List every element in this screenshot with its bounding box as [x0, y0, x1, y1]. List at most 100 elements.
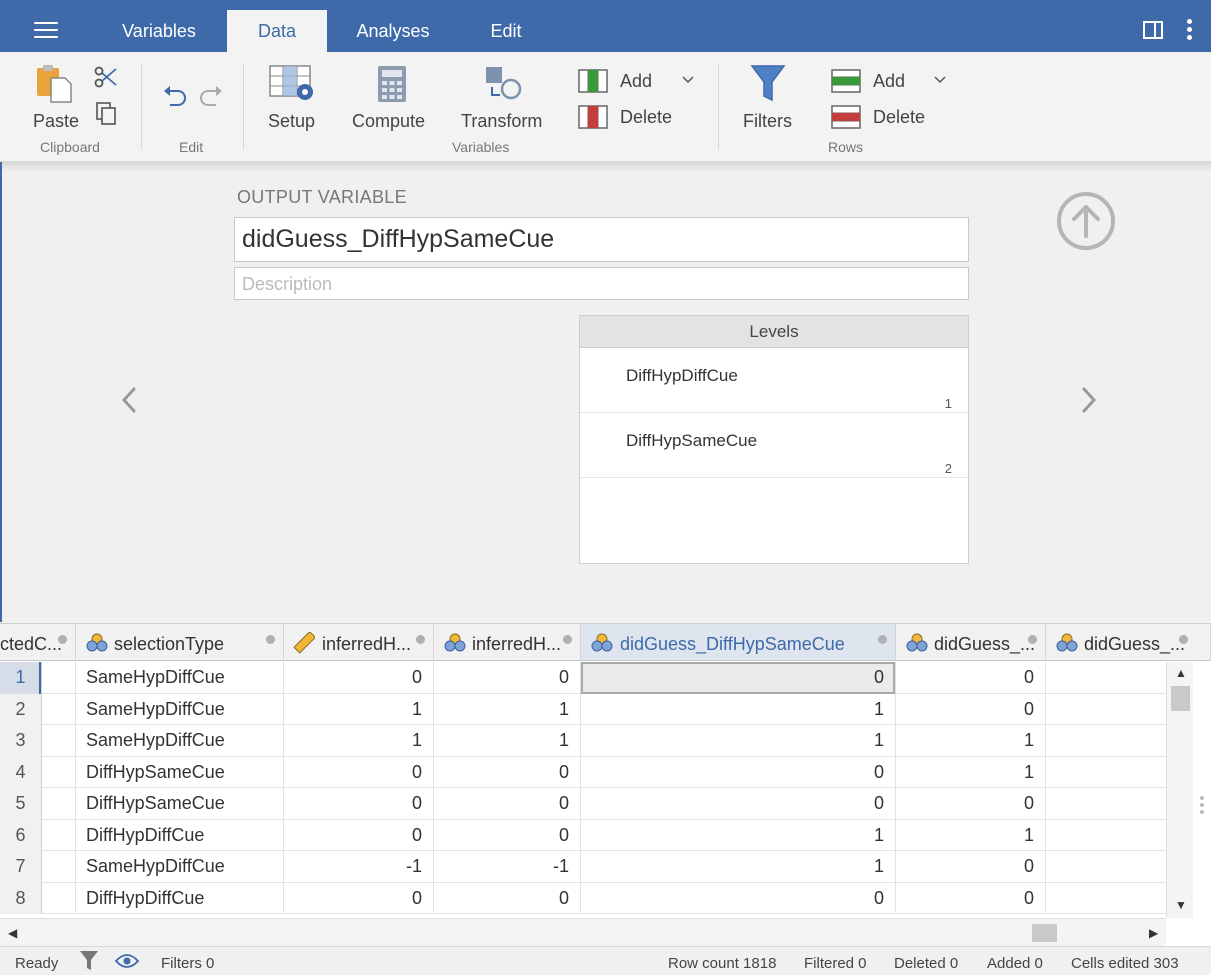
table-cell[interactable] — [42, 725, 76, 757]
tab-edit[interactable]: Edit — [472, 10, 540, 52]
table-cell[interactable]: 0 — [434, 662, 581, 694]
delete-variable-icon[interactable] — [578, 105, 608, 129]
table-cell[interactable]: 0 — [284, 788, 434, 820]
chevron-down-icon[interactable] — [933, 75, 947, 85]
table-cell[interactable]: 1 — [581, 693, 896, 725]
undo-icon[interactable] — [162, 85, 188, 109]
active-table-cell[interactable]: 0 — [581, 662, 896, 694]
table-cell[interactable]: SameHypDiffCue — [76, 662, 284, 694]
transform-icon[interactable] — [484, 65, 522, 103]
table-cell[interactable] — [1046, 788, 1166, 820]
vertical-scrollbar[interactable]: ▲ ▼ — [1166, 662, 1193, 918]
table-cell[interactable] — [42, 662, 76, 694]
scroll-left-icon[interactable]: ◀ — [8, 926, 17, 940]
cut-icon[interactable] — [94, 65, 118, 89]
table-cell[interactable]: 0 — [896, 851, 1046, 883]
column-header[interactable]: didGuess_... — [896, 624, 1046, 661]
filter-icon[interactable] — [750, 64, 786, 104]
scroll-down-icon[interactable]: ▼ — [1175, 898, 1187, 912]
hamburger-menu-icon[interactable] — [34, 22, 58, 40]
table-cell[interactable]: 0 — [284, 882, 434, 914]
compute-button[interactable]: Compute — [352, 111, 425, 132]
table-cell[interactable]: 0 — [581, 788, 896, 820]
table-cell[interactable]: 1 — [284, 693, 434, 725]
row-number[interactable]: 8 — [0, 882, 42, 914]
table-cell[interactable] — [42, 882, 76, 914]
paste-button[interactable]: Paste — [33, 111, 79, 132]
column-header[interactable]: ctedC... — [0, 624, 76, 661]
row-number[interactable]: 6 — [0, 819, 42, 851]
horizontal-scroll-thumb[interactable] — [1032, 924, 1057, 942]
row-number[interactable]: 1 — [0, 662, 42, 694]
tab-variables[interactable]: Variables — [104, 10, 214, 52]
vertical-scroll-thumb[interactable] — [1171, 686, 1190, 711]
table-cell[interactable]: DiffHypDiffCue — [76, 819, 284, 851]
table-cell[interactable] — [1046, 851, 1166, 883]
redo-icon[interactable] — [198, 85, 224, 109]
table-cell[interactable] — [1046, 694, 1166, 726]
table-cell[interactable]: SameHypDiffCue — [76, 851, 284, 883]
table-cell[interactable]: DiffHypDiffCue — [76, 882, 284, 914]
filter-status-icon[interactable] — [79, 950, 99, 972]
table-cell[interactable]: 1 — [896, 756, 1046, 788]
table-cell[interactable]: 1 — [434, 693, 581, 725]
table-cell[interactable]: 0 — [896, 882, 1046, 914]
table-cell[interactable]: 0 — [284, 662, 434, 694]
split-view-icon[interactable] — [1143, 21, 1163, 39]
setup-icon[interactable] — [269, 64, 317, 104]
table-cell[interactable]: -1 — [284, 851, 434, 883]
add-variable-button[interactable]: Add — [620, 71, 652, 92]
level-item[interactable]: DiffHypSameCue 2 — [580, 413, 968, 478]
level-item[interactable]: DiffHypDiffCue 1 — [580, 348, 968, 413]
resize-grip-icon[interactable] — [1200, 796, 1204, 814]
horizontal-scrollbar[interactable]: ◀ ▶ — [0, 918, 1166, 946]
table-cell[interactable]: 0 — [581, 756, 896, 788]
table-cell[interactable]: 1 — [896, 819, 1046, 851]
row-number[interactable]: 3 — [0, 725, 42, 757]
insert-variable-icon[interactable] — [578, 69, 608, 93]
table-cell[interactable]: 1 — [284, 725, 434, 757]
insert-row-icon[interactable] — [831, 69, 861, 93]
add-row-button[interactable]: Add — [873, 71, 905, 92]
table-cell[interactable]: SameHypDiffCue — [76, 725, 284, 757]
table-cell[interactable] — [1046, 725, 1166, 757]
row-number[interactable]: 4 — [0, 756, 42, 788]
table-cell[interactable]: 1 — [581, 851, 896, 883]
table-cell[interactable]: SameHypDiffCue — [76, 693, 284, 725]
calculator-icon[interactable] — [377, 65, 407, 103]
table-cell[interactable]: -1 — [434, 851, 581, 883]
filters-button[interactable]: Filters — [743, 111, 792, 132]
table-cell[interactable] — [42, 851, 76, 883]
table-cell[interactable] — [42, 693, 76, 725]
table-cell[interactable]: 1 — [581, 819, 896, 851]
column-header[interactable]: inferredH... — [284, 624, 434, 661]
table-cell[interactable]: 0 — [434, 882, 581, 914]
transform-button[interactable]: Transform — [461, 111, 542, 132]
table-cell[interactable] — [42, 819, 76, 851]
copy-icon[interactable] — [96, 102, 118, 126]
description-input[interactable]: Description — [234, 267, 969, 300]
tab-analyses[interactable]: Analyses — [338, 10, 448, 52]
column-header[interactable]: didGuess_... — [1046, 624, 1211, 661]
row-number[interactable]: 5 — [0, 788, 42, 820]
row-number[interactable]: 7 — [0, 851, 42, 883]
table-cell[interactable] — [42, 788, 76, 820]
table-cell[interactable] — [1046, 757, 1166, 789]
variable-name-input[interactable]: didGuess_DiffHypSameCue — [234, 217, 969, 262]
delete-variable-button[interactable]: Delete — [620, 107, 672, 128]
table-cell[interactable]: 0 — [896, 662, 1046, 694]
table-cell[interactable]: 0 — [434, 756, 581, 788]
column-header[interactable]: selectionType — [76, 624, 284, 661]
table-cell[interactable]: 1 — [434, 725, 581, 757]
delete-row-icon[interactable] — [831, 105, 861, 129]
setup-button[interactable]: Setup — [268, 111, 315, 132]
delete-row-button[interactable]: Delete — [873, 107, 925, 128]
scroll-up-icon[interactable]: ▲ — [1175, 666, 1187, 680]
table-cell[interactable]: 0 — [284, 819, 434, 851]
row-number[interactable]: 2 — [0, 693, 42, 725]
more-options-icon[interactable] — [1187, 19, 1193, 43]
table-cell[interactable]: 0 — [434, 788, 581, 820]
table-cell[interactable]: 0 — [284, 756, 434, 788]
table-cell[interactable]: 1 — [896, 725, 1046, 757]
collapse-up-icon[interactable] — [1056, 191, 1116, 251]
